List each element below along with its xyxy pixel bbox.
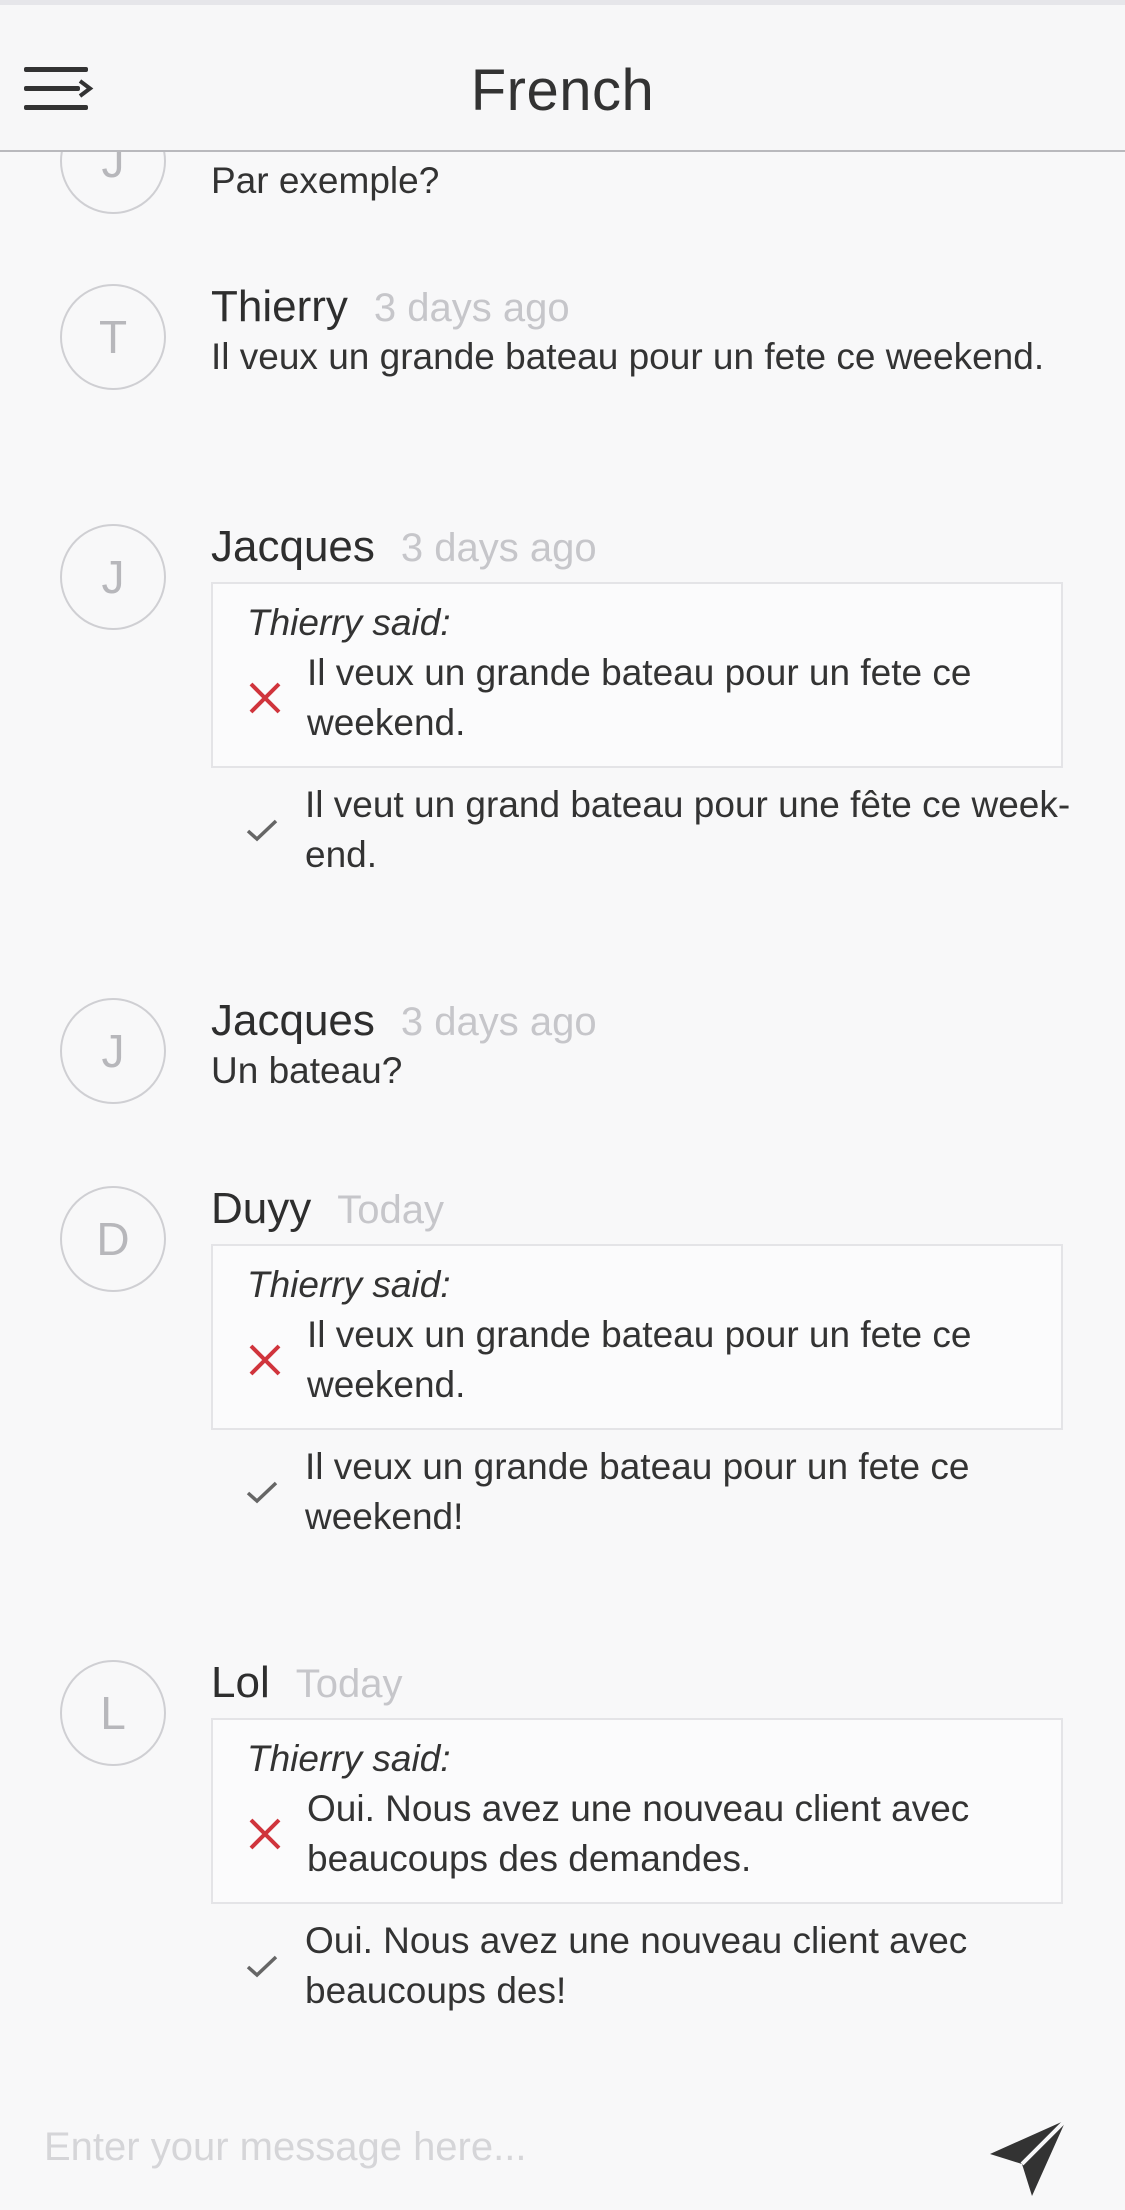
corrected-text: Il veux un grande bateau pour un fete ce… (305, 1446, 970, 1537)
message: Thierry 3 days ago Il veux un grande bate… (211, 282, 1071, 382)
message: Jacques 3 days ago Un bateau? (211, 996, 1071, 1096)
check-icon (246, 1481, 278, 1504)
corrected-text: Oui. Nous avez une nouveau client avec b… (305, 1920, 968, 2011)
message-input[interactable] (44, 2112, 944, 2182)
quoted-message: Thierry said: Il veux un grande bateau p… (211, 582, 1063, 768)
quoted-message: Thierry said: Il veux un grande bateau p… (211, 1244, 1063, 1430)
sender-name: Lol (211, 1658, 270, 1707)
timestamp: Today (337, 1188, 444, 1232)
send-icon (990, 2118, 1068, 2196)
message-text: Un bateau? (211, 1050, 403, 1091)
original-text: Il veux un grande bateau pour un fete ce… (307, 652, 972, 743)
corrected-text: Il veut un grand bateau pour une fête ce… (305, 784, 1071, 875)
correction-message: Duyy Today Thierry said: Il veux un grand… (211, 1184, 1071, 1542)
cross-icon (249, 682, 281, 714)
message-text: Il veux un grande bateau pour un fete ce… (211, 336, 1045, 377)
correction-message: Lol Today Thierry said: Oui. Nous avez un… (211, 1658, 1071, 2016)
check-icon (246, 819, 278, 842)
cross-icon (249, 1818, 281, 1850)
cross-icon (249, 1344, 281, 1376)
sender-name: Jacques (211, 522, 375, 571)
avatar: T (60, 284, 166, 390)
check-icon (246, 1955, 278, 1978)
sender-name: Thierry (211, 282, 348, 331)
avatar: D (60, 1186, 166, 1292)
message-text: Par exemple? (211, 160, 440, 201)
timestamp: 3 days ago (400, 526, 597, 570)
correction-message: Jacques 3 days ago Thierry said: Il veux … (211, 522, 1071, 880)
avatar: J (60, 524, 166, 630)
original-text: Oui. Nous avez une nouveau client avec b… (307, 1788, 970, 1879)
sender-name: Jacques (211, 996, 375, 1045)
quoted-message: Thierry said: Oui. Nous avez une nouveau… (211, 1718, 1063, 1904)
quote-label: Thierry said: (247, 602, 451, 643)
timestamp: 3 days ago (373, 286, 570, 330)
send-button[interactable] (984, 2112, 1074, 2202)
quote-label: Thierry said: (247, 1738, 451, 1779)
timestamp: 3 days ago (400, 1000, 597, 1044)
quote-label: Thierry said: (247, 1264, 451, 1305)
original-text: Il veux un grande bateau pour un fete ce… (307, 1314, 972, 1405)
message-composer (0, 2092, 1125, 2210)
app-header: French (0, 0, 1125, 152)
page-title: French (470, 58, 655, 123)
sender-name: Duyy (211, 1184, 312, 1233)
message-feed[interactable]: J Par exemple? T Thierry 3 days ago Il ve… (0, 152, 1125, 2052)
avatar: J (60, 998, 166, 1104)
avatar: L (60, 1660, 166, 1766)
timestamp: Today (295, 1662, 403, 1706)
avatar: J (60, 152, 166, 214)
message: Par exemple? (211, 156, 1071, 206)
